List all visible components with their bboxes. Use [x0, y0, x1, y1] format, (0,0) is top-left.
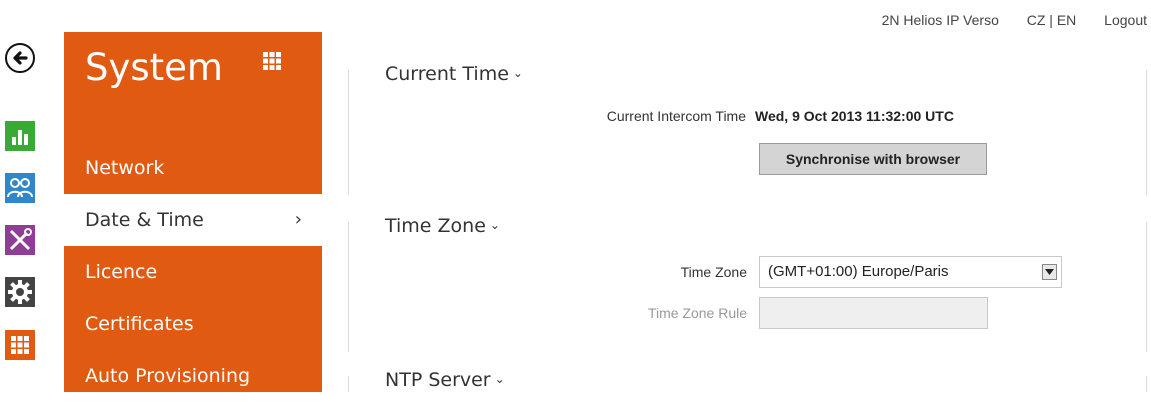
time-zone-value: (GMT+01:00) Europe/Paris: [768, 263, 949, 280]
time-zone-label: Time Zone: [680, 264, 747, 280]
menu-item-label: Date & Time: [85, 209, 204, 231]
users-icon[interactable]: [5, 173, 35, 203]
language-switch[interactable]: CZ | EN: [1027, 12, 1077, 28]
section-title-text: NTP Server: [385, 369, 491, 391]
menu-item-network[interactable]: Network: [64, 142, 322, 194]
tools-icon[interactable]: [5, 225, 35, 255]
current-time-label: Current Intercom Time: [606, 108, 746, 124]
chevron-right-icon: ›: [294, 209, 302, 230]
current-time-value: Wed, 9 Oct 2013 11:32:00 UTC: [755, 108, 954, 124]
section-title-current-time[interactable]: Current Time ⌄: [385, 63, 523, 85]
menu-item-licence[interactable]: Licence: [64, 246, 322, 298]
chevron-down-icon: ⌄: [494, 372, 505, 386]
menu-title: System: [85, 46, 223, 89]
menu-item-certificates[interactable]: Certificates: [64, 298, 322, 350]
gear-icon[interactable]: [5, 277, 35, 307]
section-frame-current-time: [348, 70, 1147, 195]
time-zone-rule-label: Time Zone Rule: [647, 305, 747, 321]
time-zone-rule-field: [759, 297, 988, 329]
chevron-down-icon: ⌄: [512, 66, 523, 80]
logout-link[interactable]: Logout: [1104, 12, 1147, 28]
synchronise-button[interactable]: Synchronise with browser: [759, 143, 987, 175]
device-name: 2N Helios IP Verso: [881, 12, 999, 28]
back-arrow-icon[interactable]: [5, 43, 35, 73]
menu-item-date-time[interactable]: Date & Time ›: [64, 194, 322, 246]
grid-icon[interactable]: [5, 330, 35, 360]
bar-chart-icon[interactable]: [5, 121, 35, 151]
system-menu: System Network Date & Time › Licence Cer…: [64, 32, 322, 392]
chevron-down-icon: ⌄: [489, 218, 500, 232]
section-title-time-zone[interactable]: Time Zone ⌄: [385, 215, 500, 237]
section-title-text: Current Time: [385, 63, 509, 85]
section-title-text: Time Zone: [385, 215, 486, 237]
top-bar: 2N Helios IP Verso CZ | EN Logout: [858, 12, 1147, 28]
grid-icon[interactable]: [263, 52, 281, 75]
dropdown-arrow-icon[interactable]: [1042, 264, 1057, 280]
section-title-ntp-server[interactable]: NTP Server ⌄: [385, 369, 505, 391]
time-zone-select[interactable]: (GMT+01:00) Europe/Paris: [759, 256, 1062, 288]
icon-navigation: [0, 0, 38, 392]
menu-item-auto-provisioning[interactable]: Auto Provisioning: [64, 350, 322, 402]
